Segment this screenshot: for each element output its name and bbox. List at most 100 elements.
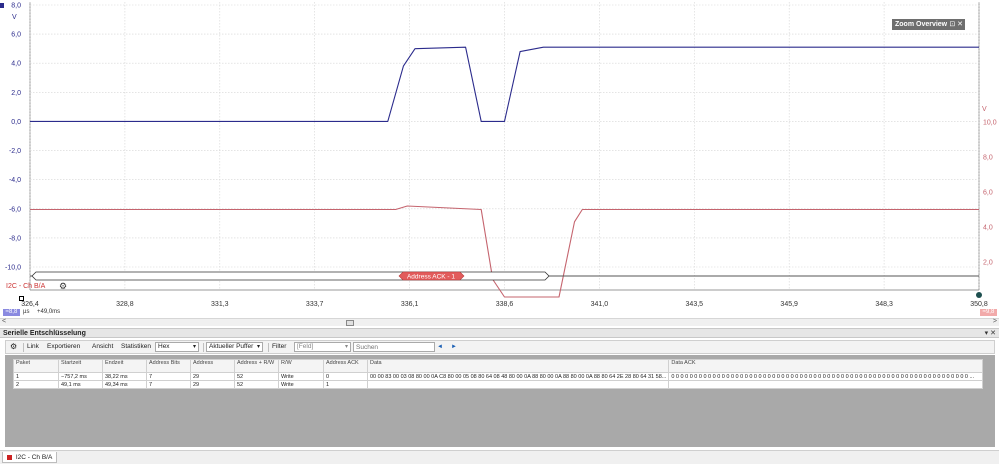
right-y-tick-label: 6,0 (983, 190, 993, 197)
table-cell: 52 (234, 380, 279, 389)
x-tick-label: 348,3 (875, 301, 893, 308)
column-header[interactable]: Data ACK (668, 359, 984, 373)
search-previous-icon[interactable]: ◄ (437, 341, 443, 353)
left-y-tick-label: 4,0 (11, 61, 21, 68)
ruler-unit: µs (23, 309, 30, 315)
settings-gear-icon[interactable]: ⚙ (10, 341, 17, 353)
x-tick-label: 343,5 (685, 301, 704, 308)
left-y-tick-label: -8,0 (9, 235, 21, 242)
filter-button[interactable]: Filter (272, 341, 286, 353)
left-ruler-badge[interactable]: ≈8,8 (3, 309, 20, 316)
zoom-overview-panel[interactable]: Zoom Overview ⊡ ✕ (892, 19, 965, 30)
right-ruler-handle[interactable] (976, 292, 982, 298)
channel-a-marker (0, 3, 4, 8)
panel-controls-icon[interactable]: ▾ ✕ (985, 329, 996, 337)
statistics-button[interactable]: Statistiken (121, 341, 151, 353)
column-header[interactable]: Paket (13, 359, 59, 373)
table-cell: 29 (190, 380, 235, 389)
table-cell: 0 0 0 0 0 0 0 0 0 0 0 0 0 0 0 0 0 0 0 0 … (668, 372, 984, 381)
left-axis-unit: V (12, 14, 17, 21)
right-axis-labels: 10,0 8,0 6,0 4,0 2,0 (983, 120, 997, 267)
table-cell: Write (278, 380, 324, 389)
format-select-value: Hex (158, 343, 170, 350)
x-tick-label: 338,6 (495, 301, 514, 308)
table-cell (366, 380, 670, 389)
grid-lines (29, 2, 980, 290)
decode-settings-gear-icon[interactable]: ⚙ (59, 281, 67, 292)
link-button[interactable]: Link (27, 341, 39, 353)
ruler-time-offset: +49,0ms (37, 309, 61, 315)
buffer-select[interactable]: Aktueller Puffer ▾ (206, 342, 263, 352)
horizontal-scrollbar[interactable]: < > (0, 318, 999, 326)
export-button[interactable]: Exportieren (47, 341, 80, 353)
tab-i2c-ch-b-a[interactable]: I2C - Ch B/A (2, 452, 58, 463)
decode-toolbar: ⚙ Link Exportieren Ansicht Statistiken H… (5, 340, 995, 354)
table-cell: 2 (13, 380, 59, 389)
decode-channel-label: I2C - Ch B/A (6, 283, 46, 290)
scroll-thumb[interactable] (346, 320, 354, 326)
table-cell: −757,2 ms (58, 372, 103, 381)
right-axis-unit: V (982, 106, 987, 113)
right-y-tick-label: 2,0 (983, 260, 993, 267)
table-row[interactable]: 1 −757,2 ms 38,22 ms 7 29 52 Write 0 00 00 83 00… (13, 372, 984, 381)
left-ruler-handle[interactable] (19, 296, 24, 301)
field-select[interactable]: [Feld] ▾ (294, 342, 351, 352)
right-y-tick-label: 8,0 (983, 155, 993, 162)
panel-title: Serielle Entschlüsselung (3, 330, 86, 337)
view-button[interactable]: Ansicht (92, 341, 113, 353)
table-cell: 29 (190, 372, 235, 381)
left-y-tick-label: 6,0 (11, 32, 21, 39)
table-body: 1 −757,2 ms 38,22 ms 7 29 52 Write 0 00 00 83 00… (13, 372, 984, 389)
search-next-icon[interactable]: ► (451, 341, 457, 353)
column-header[interactable]: R/W (278, 359, 324, 373)
waveform-plot[interactable]: 8,0 6,0 4,0 2,0 0,0 -2,0 -4,0 -6,0 -8,0 -10,0 10,… (0, 0, 999, 300)
right-y-tick-label: 4,0 (983, 225, 993, 232)
x-tick-label: 326,4 (21, 301, 39, 308)
scroll-right-icon[interactable]: > (993, 318, 997, 325)
left-y-tick-label: -10,0 (5, 265, 21, 272)
x-tick-label: 350,8 (970, 301, 988, 308)
serial-decoding-header: Serielle Entschlüsselung ▾ ✕ (0, 328, 999, 338)
column-header[interactable]: Endzeit (102, 359, 147, 373)
left-y-tick-label: 0,0 (11, 119, 21, 126)
table-cell: 1 (13, 372, 59, 381)
column-header[interactable]: Address (190, 359, 235, 373)
format-select[interactable]: Hex ▾ (155, 342, 199, 352)
x-tick-label: 341,0 (590, 301, 609, 308)
channel-color-icon (7, 454, 12, 460)
table-cell: 0 (323, 372, 368, 381)
table-cell: 7 (146, 380, 191, 389)
chevron-down-icon: ▾ (256, 344, 260, 350)
buffer-select-value: Aktueller Puffer (209, 343, 254, 350)
table-cell: 49,34 ms (102, 380, 147, 389)
table-row[interactable]: 2 49,1 ms 49,34 ms 7 29 52 Write 1 (13, 380, 984, 389)
column-header[interactable]: Address ACK (323, 359, 368, 373)
left-y-tick-label: -6,0 (9, 206, 21, 213)
zoom-overview-title: Zoom Overview (895, 21, 948, 28)
scroll-left-icon[interactable]: < (2, 318, 6, 325)
column-header[interactable]: Address + R/W (234, 359, 279, 373)
decode-table-area: Paket Startzeit Endzeit Address Bits Address… (5, 355, 995, 447)
field-select-value: [Feld] (297, 343, 314, 350)
right-ruler-badge[interactable]: ≈9,8 (980, 309, 997, 316)
right-y-tick-label: 10,0 (983, 120, 997, 127)
series-layer (30, 46, 979, 298)
left-y-tick-label: -4,0 (9, 177, 21, 184)
column-header[interactable]: Startzeit (58, 359, 103, 373)
x-tick-label: 336,1 (400, 301, 419, 308)
x-tick-label: 328,8 (116, 301, 134, 308)
toolbar-separator (23, 343, 24, 352)
column-header[interactable]: Address Bits (146, 359, 191, 373)
table-cell (668, 380, 984, 389)
scope-view[interactable]: 8,0 6,0 4,0 2,0 0,0 -2,0 -4,0 -6,0 -8,0 -10,0 10,… (0, 0, 999, 320)
decode-bus-frame[interactable] (31, 271, 550, 281)
column-header[interactable]: Data (366, 359, 670, 373)
x-tick-label: 333,7 (305, 301, 324, 308)
table-cell: Write (278, 372, 324, 381)
left-y-tick-label: 8,0 (11, 3, 21, 10)
search-input[interactable] (353, 342, 435, 352)
zoom-overview-controls-icon[interactable]: ⊡ ✕ (949, 19, 963, 30)
tab-label: I2C - Ch B/A (15, 454, 53, 461)
left-axis-labels: 8,0 6,0 4,0 2,0 0,0 -2,0 -4,0 -6,0 -8,0 -10,0 (5, 3, 21, 272)
table-cell: 00 00 83 00 03 08 80 00 0A C8 80 00 05 0… (366, 372, 670, 381)
